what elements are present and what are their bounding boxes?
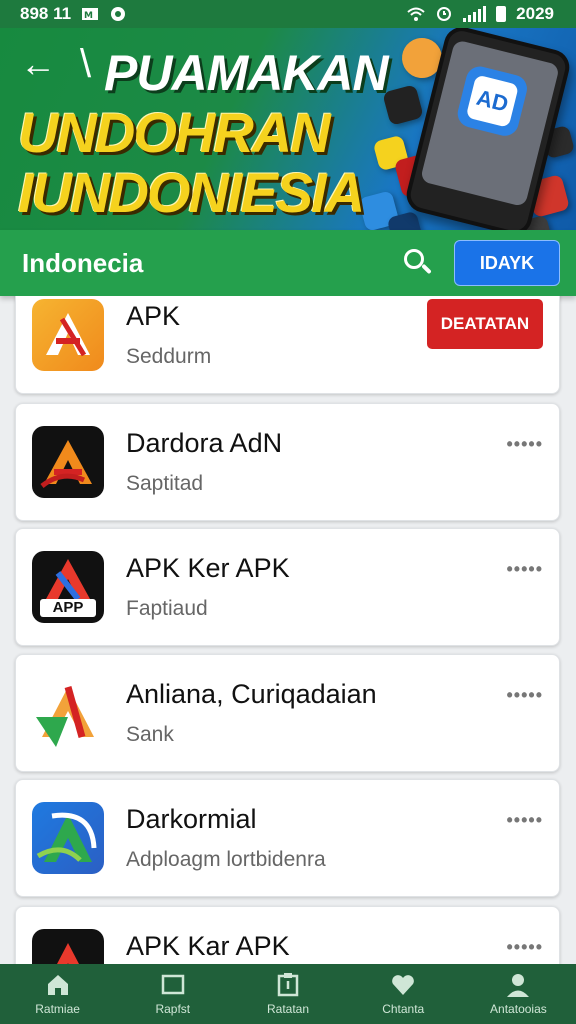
app-icon-dardora bbox=[32, 426, 104, 498]
home-icon bbox=[47, 975, 68, 995]
app-list[interactable]: APK Seddurm DEATATAN Dardora AdN Saptita… bbox=[0, 296, 576, 964]
list-item[interactable]: APP APK Ker APK Faptiaud ••••• bbox=[15, 528, 560, 646]
more-options-icon[interactable]: ••••• bbox=[506, 685, 543, 706]
heart-icon bbox=[392, 975, 415, 995]
app-icon-apk bbox=[32, 299, 104, 371]
banner-headline: UNDOHRAN bbox=[18, 101, 331, 164]
status-time: 898 11 bbox=[20, 4, 72, 23]
app-subtitle: Saptitad bbox=[126, 472, 204, 495]
nav-item-home[interactable]: Ratmiae bbox=[0, 964, 115, 1024]
more-options-icon[interactable]: ••••• bbox=[506, 937, 543, 958]
bottom-navigation: Ratmiae Rapfst Ratatan Chtanta Antatooia… bbox=[0, 964, 576, 1024]
header-action-button[interactable]: IDAYK bbox=[454, 240, 560, 286]
search-icon[interactable] bbox=[400, 245, 436, 281]
app-icon-apk-ker: APP bbox=[32, 551, 104, 623]
back-arrow-icon[interactable]: ← bbox=[20, 46, 56, 82]
clipboard-icon bbox=[277, 973, 299, 997]
notification-icon: M bbox=[81, 6, 99, 22]
install-button[interactable]: DEATATAN bbox=[427, 299, 543, 349]
wifi-icon bbox=[407, 6, 425, 22]
list-item[interactable]: Dardora AdN Saptitad ••••• bbox=[15, 403, 560, 521]
more-options-icon[interactable]: ••••• bbox=[506, 559, 543, 580]
more-options-icon[interactable]: ••••• bbox=[506, 434, 543, 455]
list-item[interactable]: APK Seddurm DEATATAN bbox=[15, 296, 560, 394]
divider-icon: \ bbox=[80, 42, 92, 86]
app-subtitle: Faptiaud bbox=[126, 597, 208, 620]
promo-banner[interactable]: AD ← \ PUAMAKAN UNDOHRAN IUNDONIESIA bbox=[0, 28, 576, 230]
banner-headline-2: IUNDONIESIA bbox=[18, 161, 365, 224]
app-name: APK Kar APK bbox=[126, 931, 290, 961]
more-options-icon[interactable]: ••••• bbox=[506, 810, 543, 831]
list-item[interactable]: Darkormial Adploagm lortbidenra ••••• bbox=[15, 779, 560, 897]
app-name: Darkormial bbox=[126, 804, 257, 834]
app-icon-label: APP bbox=[52, 599, 84, 616]
app-name: Dardora AdN bbox=[126, 428, 283, 458]
app-name: Anliana, Curiqadaian bbox=[126, 679, 377, 709]
app-subtitle: Seddurm bbox=[126, 345, 212, 368]
app-bar: Indonecia IDAYK bbox=[0, 230, 576, 296]
nav-label: Chtanta bbox=[382, 1002, 425, 1016]
status-bar: 898 11 M 2029 bbox=[0, 0, 576, 28]
svg-text:M: M bbox=[84, 11, 93, 21]
page-title: Indonecia bbox=[22, 247, 144, 278]
nav-item-rapfst[interactable]: Rapfst bbox=[115, 964, 230, 1024]
app-subtitle: Adploagm lortbidenra bbox=[126, 848, 326, 871]
battery-text: 2029 bbox=[516, 4, 554, 23]
app-icon-darkormial bbox=[32, 802, 104, 874]
app-tile-icon bbox=[382, 84, 424, 126]
app-icon-anliana bbox=[32, 677, 104, 749]
nav-label: Ratatan bbox=[266, 1002, 310, 1016]
banner-heading: PUAMAKAN bbox=[104, 45, 389, 101]
alarm-icon bbox=[435, 6, 453, 22]
list-item[interactable]: APK Kar APK ••••• bbox=[15, 906, 560, 964]
nav-label: Ratmiae bbox=[35, 1002, 80, 1016]
app-name: APK bbox=[126, 301, 181, 331]
app-icon-apk-kar bbox=[32, 929, 104, 964]
nav-item-chtanta[interactable]: Chtanta bbox=[346, 964, 461, 1024]
person-icon bbox=[507, 974, 530, 997]
nav-item-profile[interactable]: Antatooias bbox=[461, 964, 576, 1024]
app-subtitle: Sank bbox=[126, 723, 174, 746]
nav-label: Antatooias bbox=[490, 1002, 547, 1016]
nav-label: Rapfst bbox=[155, 1002, 191, 1016]
nav-item-ratatan[interactable]: Ratatan bbox=[230, 964, 345, 1024]
settings-icon bbox=[109, 6, 127, 22]
battery-icon bbox=[496, 6, 507, 22]
list-item[interactable]: Anliana, Curiqadaian Sank ••••• bbox=[15, 654, 560, 772]
app-name: APK Ker APK bbox=[126, 553, 290, 583]
signal-icon bbox=[463, 6, 487, 22]
square-icon bbox=[161, 974, 185, 995]
